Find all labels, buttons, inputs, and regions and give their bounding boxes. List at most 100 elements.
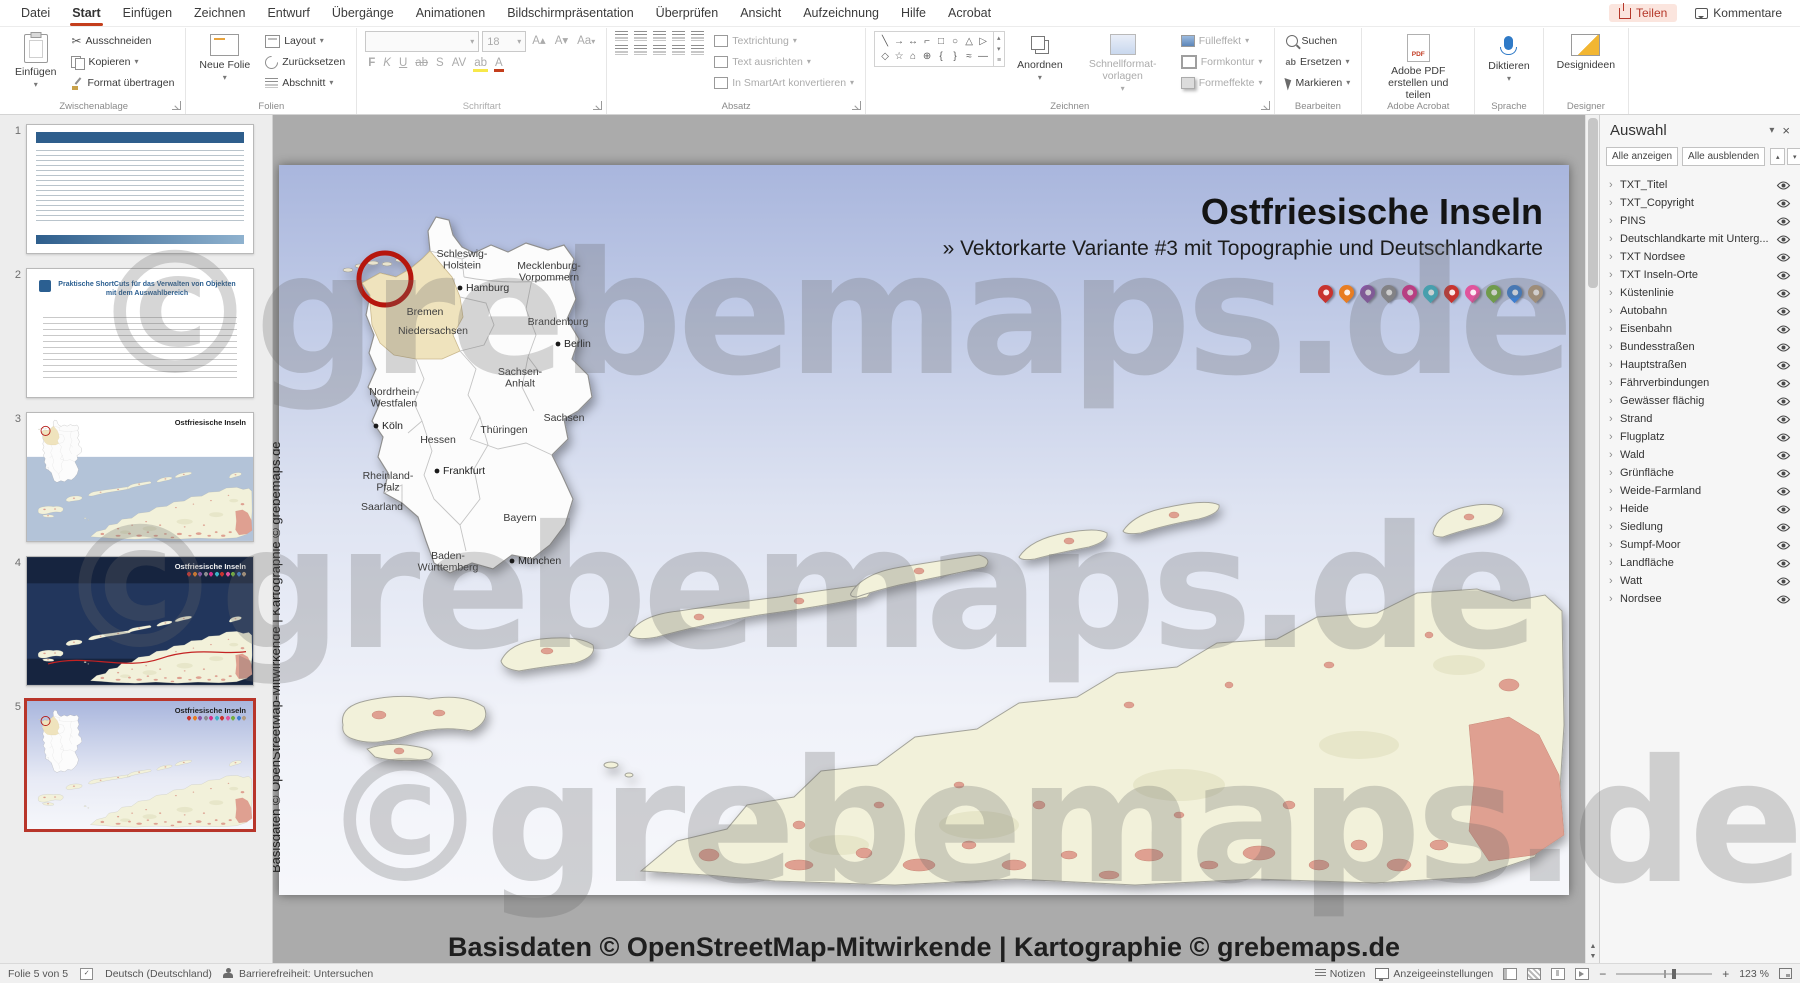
expand-chevron-icon[interactable]: › bbox=[1609, 557, 1620, 569]
previous-slide-button[interactable]: ▲ bbox=[1590, 943, 1597, 950]
selection-item[interactable]: › Bundesstraßen bbox=[1600, 338, 1800, 356]
expand-chevron-icon[interactable]: › bbox=[1609, 287, 1620, 299]
visibility-eye-icon[interactable] bbox=[1776, 216, 1791, 227]
normal-view-button[interactable] bbox=[1503, 967, 1518, 980]
font-color-button[interactable]: A bbox=[492, 56, 506, 72]
visibility-eye-icon[interactable] bbox=[1776, 414, 1791, 425]
map-pin-icon[interactable] bbox=[1482, 281, 1505, 307]
selection-item[interactable]: › TXT Nordsee bbox=[1600, 248, 1800, 266]
slide-title[interactable]: Ostfriesische Inseln bbox=[1201, 191, 1543, 233]
visibility-eye-icon[interactable] bbox=[1776, 396, 1791, 407]
shape-outline-button[interactable]: Formkontur ▾ bbox=[1178, 52, 1266, 72]
move-down-icon[interactable]: ▾ bbox=[1787, 148, 1800, 165]
expand-chevron-icon[interactable]: › bbox=[1609, 341, 1620, 353]
zoom-out-button[interactable]: − bbox=[1599, 968, 1606, 980]
map-pin-icon[interactable] bbox=[1440, 281, 1463, 307]
visibility-eye-icon[interactable] bbox=[1776, 324, 1791, 335]
bullets-icon[interactable] bbox=[615, 31, 629, 41]
menu-tab-datei[interactable]: Datei bbox=[10, 0, 61, 26]
selection-item[interactable]: › Fährverbindungen bbox=[1600, 374, 1800, 392]
align-right-icon[interactable] bbox=[653, 45, 667, 55]
section-button[interactable]: Abschnitt ▾ bbox=[262, 73, 348, 93]
expand-chevron-icon[interactable]: › bbox=[1609, 503, 1620, 515]
map-pin-icon[interactable] bbox=[1503, 281, 1526, 307]
replace-button[interactable]: ab Ersetzen ▾ bbox=[1283, 52, 1354, 72]
highlight-color-button[interactable]: ab bbox=[471, 56, 490, 72]
share-button[interactable]: Teilen bbox=[1608, 2, 1678, 22]
menu-tab-entwurf[interactable]: Entwurf bbox=[256, 0, 320, 26]
menu-tab-übergänge[interactable]: Übergänge bbox=[321, 0, 405, 26]
menu-tab-ansicht[interactable]: Ansicht bbox=[729, 0, 792, 26]
copyright-vertical-text[interactable]: Basisdaten © OpenStreetMap-Mitwirkende |… bbox=[272, 441, 283, 873]
expand-chevron-icon[interactable]: › bbox=[1609, 395, 1620, 407]
selection-item[interactable]: › Landfläche bbox=[1600, 554, 1800, 572]
expand-chevron-icon[interactable]: › bbox=[1609, 269, 1620, 281]
visibility-eye-icon[interactable] bbox=[1776, 234, 1791, 245]
line-spacing-icon[interactable] bbox=[691, 31, 705, 41]
reading-view-button[interactable] bbox=[1551, 967, 1566, 980]
cut-button[interactable]: ✂ Ausschneiden bbox=[68, 31, 177, 51]
strikethrough-button[interactable]: ab bbox=[412, 56, 431, 71]
underline-button[interactable]: U bbox=[396, 56, 410, 71]
visibility-eye-icon[interactable] bbox=[1776, 180, 1791, 191]
expand-chevron-icon[interactable]: › bbox=[1609, 305, 1620, 317]
visibility-eye-icon[interactable] bbox=[1776, 288, 1791, 299]
menu-tab-start[interactable]: Start bbox=[61, 0, 111, 26]
slide-sorter-view-button[interactable] bbox=[1527, 967, 1542, 980]
shrink-font-button[interactable]: A▾ bbox=[552, 34, 571, 49]
map-pin-icon[interactable] bbox=[1398, 281, 1421, 307]
slideshow-button[interactable] bbox=[1575, 967, 1590, 980]
menu-tab-bildschirmpräsentation[interactable]: Bildschirmpräsentation bbox=[496, 0, 644, 26]
align-text-button[interactable]: Text ausrichten ▾ bbox=[711, 52, 857, 72]
dialog-launcher-icon[interactable] bbox=[593, 101, 603, 110]
comments-button[interactable]: Kommentare bbox=[1687, 4, 1790, 22]
selection-item[interactable]: › Deutschlandkarte mit Unterg... bbox=[1600, 230, 1800, 248]
find-button[interactable]: Suchen bbox=[1283, 31, 1354, 51]
expand-chevron-icon[interactable]: › bbox=[1609, 251, 1620, 263]
dialog-launcher-icon[interactable] bbox=[1260, 101, 1270, 110]
selection-item[interactable]: › Siedlung bbox=[1600, 518, 1800, 536]
slide-thumbnail-1[interactable] bbox=[26, 124, 254, 254]
expand-chevron-icon[interactable]: › bbox=[1609, 233, 1620, 245]
visibility-eye-icon[interactable] bbox=[1776, 198, 1791, 209]
menu-tab-überprüfen[interactable]: Überprüfen bbox=[645, 0, 730, 26]
display-settings-button[interactable]: Anzeigeeinstellungen bbox=[1375, 968, 1493, 981]
align-center-icon[interactable] bbox=[634, 45, 648, 55]
selection-item[interactable]: › Gewässer flächig bbox=[1600, 392, 1800, 410]
copy-button[interactable]: Kopieren ▾ bbox=[68, 52, 177, 72]
text-shadow-button[interactable]: S bbox=[433, 56, 447, 71]
visibility-eye-icon[interactable] bbox=[1776, 522, 1791, 533]
language-indicator[interactable]: Deutsch (Deutschland) bbox=[105, 968, 212, 980]
decrease-indent-icon[interactable] bbox=[653, 31, 667, 41]
numbering-icon[interactable] bbox=[634, 31, 648, 41]
expand-chevron-icon[interactable]: › bbox=[1609, 593, 1620, 605]
menu-tab-zeichnen[interactable]: Zeichnen bbox=[183, 0, 256, 26]
align-left-icon[interactable] bbox=[615, 45, 629, 55]
expand-chevron-icon[interactable]: › bbox=[1609, 521, 1620, 533]
expand-chevron-icon[interactable]: › bbox=[1609, 323, 1620, 335]
dialog-launcher-icon[interactable] bbox=[172, 101, 182, 110]
format-painter-button[interactable]: Format übertragen bbox=[68, 73, 177, 93]
change-case-button[interactable]: Aa▾ bbox=[574, 34, 598, 49]
map-pin-icon[interactable] bbox=[1377, 281, 1400, 307]
visibility-eye-icon[interactable] bbox=[1776, 378, 1791, 389]
visibility-eye-icon[interactable] bbox=[1776, 450, 1791, 461]
menu-tab-aufzeichnung[interactable]: Aufzeichnung bbox=[792, 0, 890, 26]
fit-to-window-icon[interactable] bbox=[1779, 968, 1792, 979]
show-all-button[interactable]: Alle anzeigen bbox=[1606, 147, 1679, 166]
selection-item[interactable]: › Eisenbahn bbox=[1600, 320, 1800, 338]
design-ideas-button[interactable]: Designideen bbox=[1552, 31, 1620, 74]
dictate-button[interactable]: Diktieren ▾ bbox=[1483, 31, 1534, 86]
gallery-up-icon[interactable]: ▴ bbox=[994, 32, 1004, 43]
dialog-launcher-icon[interactable] bbox=[852, 101, 862, 110]
map-pin-icon[interactable] bbox=[1419, 281, 1442, 307]
zoom-slider[interactable] bbox=[1616, 968, 1713, 979]
map-pins-row[interactable] bbox=[1314, 281, 1547, 307]
selection-item[interactable]: › Heide bbox=[1600, 500, 1800, 518]
quick-styles-button[interactable]: Schnellformat-vorlagen ▾ bbox=[1075, 31, 1171, 96]
zoom-in-button[interactable]: + bbox=[1722, 968, 1729, 980]
expand-chevron-icon[interactable]: › bbox=[1609, 377, 1620, 389]
selection-item[interactable]: › Autobahn bbox=[1600, 302, 1800, 320]
shape-fill-button[interactable]: Fülleffekt ▾ bbox=[1178, 31, 1266, 51]
expand-chevron-icon[interactable]: › bbox=[1609, 449, 1620, 461]
